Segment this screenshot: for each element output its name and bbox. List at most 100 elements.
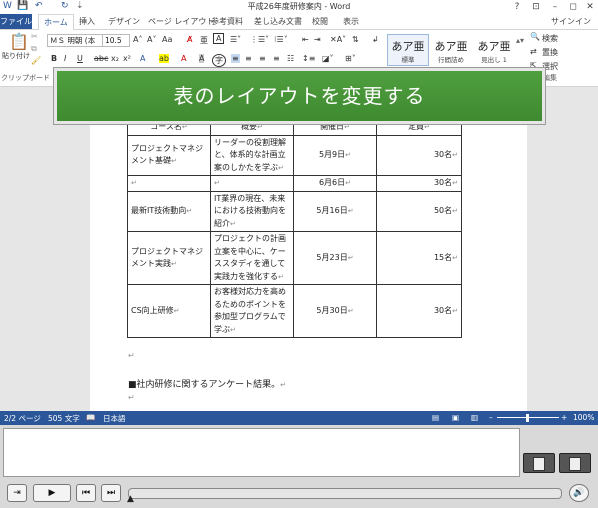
next-button[interactable]: ⏭ (101, 484, 121, 502)
bold-icon[interactable]: B (51, 54, 57, 63)
char-border-icon[interactable]: A (213, 33, 225, 44)
cell-date[interactable]: 5月23日↵ (293, 231, 377, 285)
maximize-button[interactable]: ◻ (565, 0, 581, 14)
cell-date[interactable]: 5月9日↵ (293, 134, 377, 176)
font-name-box[interactable]: ＭＳ 明朝 (本 (47, 34, 103, 47)
tab-view[interactable]: 表示 (343, 16, 359, 27)
cell-capacity[interactable]: 30名↵ (376, 134, 462, 176)
caption-page-2-button[interactable] (559, 453, 591, 473)
italic-icon[interactable]: I (64, 54, 66, 63)
cell-course[interactable]: プロジェクトマネジメント実践↵ (127, 231, 211, 285)
play-button[interactable]: ▶ (33, 484, 71, 502)
asian-layout-icon[interactable]: ✕A˅ (330, 35, 346, 44)
cell-course[interactable]: CS向上研修↵ (127, 284, 211, 338)
cell-course[interactable]: プロジェクトマネジメント基礎↵ (127, 134, 211, 176)
caption-page-1-button[interactable] (523, 453, 555, 473)
course-table[interactable]: コース名↵ 概要↵ 開催日↵ 定員↵ プロジェクトマネジメント基礎↵ リーダーの… (127, 119, 462, 338)
ribbon-display-options-icon[interactable]: ⊡ (528, 0, 544, 14)
print-layout-icon[interactable]: ▣ (452, 413, 459, 422)
volume-button[interactable]: 🔊 (569, 484, 589, 502)
styles-scroll-icon[interactable]: ▴▾ (516, 36, 524, 45)
cell-capacity[interactable]: 15名↵ (376, 231, 462, 285)
signin-link[interactable]: サインイン (551, 16, 591, 27)
copy-icon[interactable]: ⧉ (31, 44, 37, 54)
paste-icon[interactable]: 📋 (9, 32, 29, 51)
line-spacing-icon[interactable]: ↕≡ (302, 54, 315, 63)
borders-icon[interactable]: ⊞˅ (345, 54, 356, 63)
cell-summary[interactable]: ↵ (210, 175, 294, 192)
cell-date[interactable]: 6月6日↵ (293, 175, 377, 192)
text-effects-icon[interactable]: A (140, 54, 145, 63)
show-marks-icon[interactable]: ↲ (372, 35, 379, 44)
web-layout-icon[interactable]: ▥ (471, 413, 478, 422)
zoom-out-icon[interactable]: – (489, 413, 493, 422)
zoom-slider-thumb[interactable] (526, 414, 529, 422)
tab-file[interactable]: ファイル (0, 14, 32, 29)
page-count[interactable]: 2/2 ページ (4, 413, 41, 424)
style-no-spacing[interactable]: あア亜 行間詰め (430, 34, 472, 66)
word-count[interactable]: 505 文字 (48, 413, 80, 424)
previous-button[interactable]: ⏮ (76, 484, 96, 502)
replace-icon[interactable]: ⇄ (530, 47, 537, 56)
cell-summary[interactable]: リーダーの役割理解と、体系的な計画立案のしかたを学ぶ↵ (210, 134, 294, 176)
language-label[interactable]: 日本語 (103, 413, 126, 424)
multilevel-list-icon[interactable]: ⁝☰˅ (274, 35, 288, 44)
cut-icon[interactable]: ✂ (31, 32, 38, 41)
tab-insert[interactable]: 挿入 (79, 16, 95, 27)
style-normal[interactable]: あア亜 標準 (387, 34, 429, 66)
notice-heading[interactable]: ■社内研修に関するアンケート結果。↵ (128, 377, 286, 390)
find-icon[interactable]: 🔍 (530, 32, 540, 41)
exit-button[interactable]: ⇥ (7, 484, 27, 502)
cell-summary[interactable]: プロジェクトの計画立案を中心に、ケーススタディを通して実践力を強化する↵ (210, 231, 294, 285)
cell-course[interactable]: 最新IT技術動向↵ (127, 190, 211, 232)
cell-capacity[interactable]: 50名↵ (376, 190, 462, 232)
help-icon[interactable]: ? (509, 0, 525, 14)
grow-font-icon[interactable]: A˄ (133, 35, 142, 44)
decrease-indent-icon[interactable]: ⇤ (302, 35, 309, 44)
tab-home[interactable]: ホーム (38, 14, 74, 30)
style-heading-1[interactable]: あア亜 見出し 1 (473, 34, 515, 66)
close-button[interactable]: ✕ (582, 0, 598, 14)
zoom-in-icon[interactable]: + (561, 413, 567, 422)
phonetic-guide-icon[interactable]: 亜 (200, 35, 208, 46)
align-center-icon[interactable]: ≡ (245, 54, 252, 63)
change-case-icon[interactable]: Aa (162, 35, 172, 44)
underline-icon[interactable]: U (77, 54, 83, 63)
enclose-char-icon[interactable]: 字 (212, 54, 226, 67)
zoom-level[interactable]: 100% (573, 413, 594, 422)
sort-icon[interactable]: ⇅ (352, 35, 359, 44)
numbering-icon[interactable]: ⋮☰˅ (250, 35, 269, 44)
cell-capacity[interactable]: 30名↵ (376, 175, 462, 192)
replace-label[interactable]: 置換 (542, 47, 558, 58)
shrink-font-icon[interactable]: A˅ (147, 35, 156, 44)
strikethrough-icon[interactable]: abc (94, 54, 108, 63)
cell-summary[interactable]: お客様対応力を高めるためのポイントを参加型プログラムで学ぶ↵ (210, 284, 294, 338)
align-right-icon[interactable]: ≡ (259, 54, 266, 63)
cell-summary[interactable]: IT業界の現在、未来における技術動向を紹介↵ (210, 190, 294, 232)
tab-page-layout[interactable]: ページ レイアウト (148, 16, 214, 27)
cell-course[interactable]: ↵ (127, 175, 211, 192)
read-mode-icon[interactable]: ▤ (432, 413, 439, 422)
align-left-icon[interactable]: ≡ (231, 54, 240, 63)
tab-mailings[interactable]: 差し込み文書 (254, 16, 302, 27)
cell-date[interactable]: 5月16日↵ (293, 190, 377, 232)
tab-design[interactable]: デザイン (108, 16, 140, 27)
find-label[interactable]: 検索 (542, 33, 558, 44)
char-shading-icon[interactable]: A (199, 54, 205, 63)
tab-references[interactable]: 参考資料 (211, 16, 243, 27)
highlight-icon[interactable]: ab (159, 54, 169, 63)
minimize-button[interactable]: – (547, 0, 563, 14)
justify-icon[interactable]: ≡ (273, 54, 280, 63)
distributed-icon[interactable]: ☷ (287, 54, 294, 63)
seek-bar[interactable] (128, 488, 562, 499)
font-size-box[interactable]: 10.5 (102, 34, 130, 47)
increase-indent-icon[interactable]: ⇥ (314, 35, 321, 44)
format-painter-icon[interactable]: 🖌 (31, 56, 41, 65)
font-color-icon[interactable]: A (181, 54, 186, 63)
superscript-icon[interactable]: x² (123, 54, 131, 63)
bullets-icon[interactable]: ☰˅ (230, 35, 241, 44)
shading-icon[interactable]: ◪˅ (322, 54, 334, 63)
tab-review[interactable]: 校閲 (312, 16, 328, 27)
cell-date[interactable]: 5月30日↵ (293, 284, 377, 338)
paste-label[interactable]: 貼り付け (2, 51, 30, 61)
